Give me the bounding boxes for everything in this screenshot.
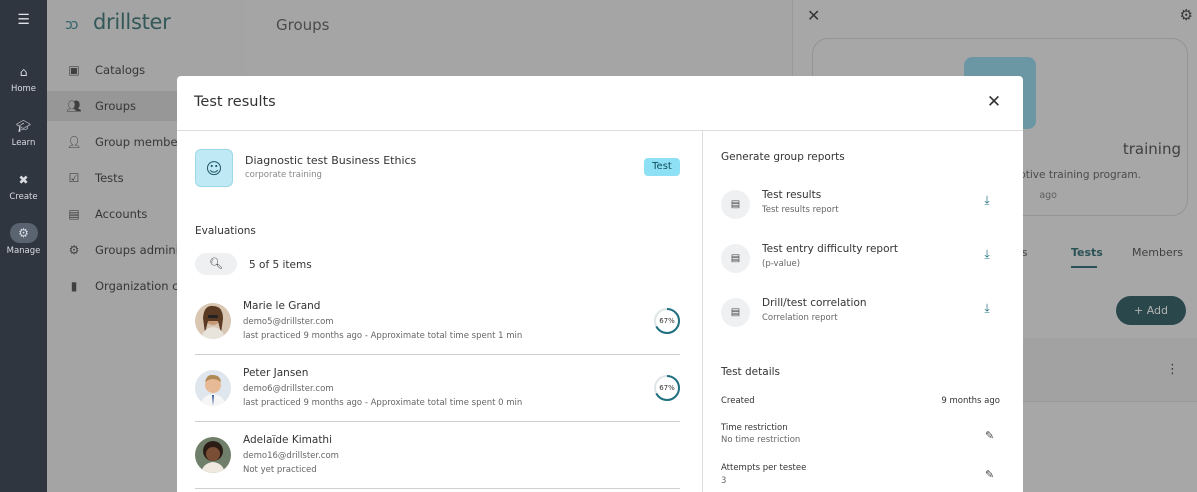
edit-icon[interactable]: ✎ (985, 468, 994, 481)
test-badge: Test (644, 158, 680, 176)
search-icon: 🔍︎ (209, 257, 223, 270)
evaluation-name: Adelaïde Kimathi (243, 434, 333, 446)
report-item[interactable]: ▤ Test results Test results report ⤓ (721, 187, 1003, 227)
evaluation-name: Peter Jansen (243, 367, 309, 379)
report-subtitle: Test results report (762, 205, 839, 215)
rail-home-label: Home (10, 84, 37, 94)
evaluation-meta: last practiced 9 months ago - Approximat… (243, 398, 523, 408)
rail-learn[interactable]: 🎓︎ Learn (0, 117, 47, 148)
dialog-title: Test results (194, 94, 276, 110)
detail-value: 9 months ago (941, 396, 1000, 406)
list-item[interactable]: Adelaïde Kimathi demo16@drillster.com No… (195, 422, 680, 489)
report-item[interactable]: ▤ Test entry difficulty report (p-value)… (721, 241, 1003, 281)
graduation-cap-icon: 🎓︎ (15, 119, 32, 133)
evaluations-heading: Evaluations (195, 225, 256, 237)
score-label: 67% (659, 317, 675, 325)
details-heading: Test details (721, 366, 780, 378)
score-label: 67% (659, 384, 675, 392)
tools-icon: ✖ (18, 173, 29, 187)
rail-manage[interactable]: ⚙ Manage (0, 223, 47, 256)
report-item[interactable]: ▤ Drill/test correlation Correlation rep… (721, 295, 1003, 335)
document-icon: ▤ (721, 190, 750, 219)
evaluation-meta: last practiced 9 months ago - Approximat… (243, 331, 523, 341)
column-divider (702, 131, 703, 492)
report-title: Test results (762, 189, 822, 201)
evaluation-name: Marie le Grand (243, 300, 321, 312)
test-category: corporate training (245, 170, 322, 180)
document-icon: ▤ (721, 298, 750, 327)
dialog-header: Test results ✕ (177, 76, 1023, 131)
avatar (195, 303, 231, 339)
report-subtitle: Correlation report (762, 313, 838, 323)
download-icon[interactable]: ⤓ (979, 193, 995, 211)
evaluation-email: demo16@drillster.com (243, 451, 339, 461)
report-title: Test entry difficulty report (762, 243, 898, 255)
items-count: 5 of 5 items (249, 259, 312, 271)
rail-home[interactable]: ⌂ Home (0, 63, 47, 94)
test-name: Diagnostic test Business Ethics (245, 154, 417, 167)
document-icon: ▤ (721, 244, 750, 273)
rail-create[interactable]: ✖ Create (0, 171, 47, 202)
detail-label: Attempts per testee (721, 463, 807, 473)
reports-heading: Generate group reports (721, 151, 845, 163)
detail-value: No time restriction (721, 435, 801, 445)
test-thumbnail: ☺ (195, 149, 233, 187)
test-results-dialog: Test results ✕ ☺ Diagnostic test Busines… (177, 76, 1023, 492)
avatar (195, 370, 231, 406)
evaluation-email: demo5@drillster.com (243, 317, 334, 327)
rail-manage-label: Manage (6, 246, 41, 256)
home-icon: ⌂ (19, 65, 28, 79)
detail-label: Created (721, 396, 755, 406)
evaluation-meta: Not yet practiced (243, 465, 317, 475)
detail-label: Time restriction (721, 423, 788, 433)
list-item[interactable]: Marie le Grand demo5@drillster.com last … (195, 288, 680, 355)
detail-value: 3 (721, 476, 727, 486)
download-icon[interactable]: ⤓ (979, 247, 995, 265)
list-item[interactable]: Peter Jansen demo6@drillster.com last pr… (195, 355, 680, 422)
rail-learn-label: Learn (11, 138, 36, 148)
report-subtitle: (p-value) (762, 259, 801, 269)
report-title: Drill/test correlation (762, 297, 867, 309)
edit-icon[interactable]: ✎ (985, 429, 994, 442)
download-icon[interactable]: ⤓ (979, 301, 995, 319)
avatar (195, 437, 231, 473)
menu-icon[interactable]: ☰ (0, 12, 47, 28)
evaluation-email: demo6@drillster.com (243, 384, 334, 394)
search-button[interactable]: 🔍︎ (195, 253, 237, 275)
app-rail: ☰ ⌂ Home 🎓︎ Learn ✖ Create ⚙ Manage (0, 0, 47, 492)
close-icon[interactable]: ✕ (983, 91, 1005, 113)
manage-icon: ⚙ (9, 223, 38, 243)
rail-create-label: Create (9, 192, 38, 202)
